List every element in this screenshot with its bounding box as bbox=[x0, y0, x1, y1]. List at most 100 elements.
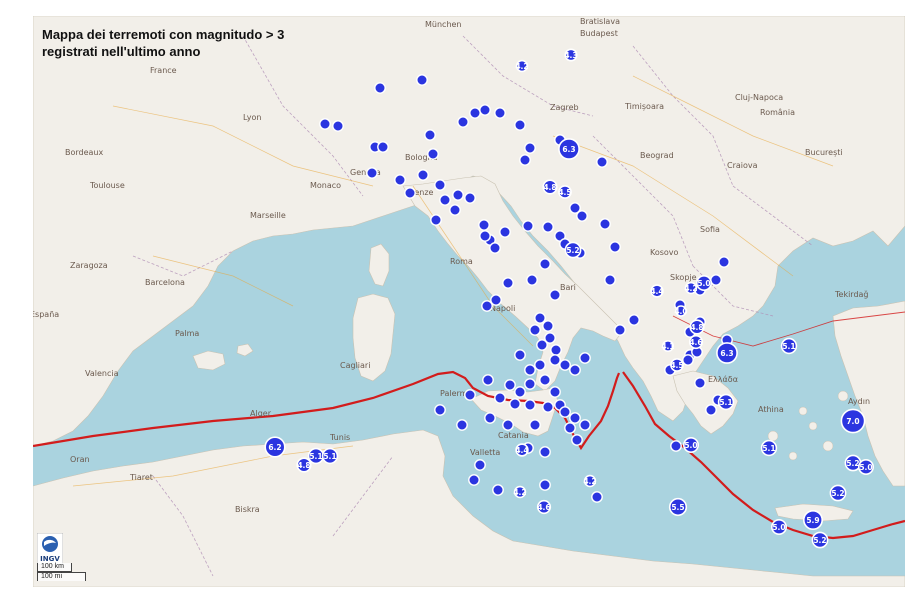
earthquake-marker[interactable] bbox=[599, 218, 611, 230]
earthquake-marker[interactable] bbox=[489, 242, 501, 254]
earthquake-marker[interactable] bbox=[319, 118, 331, 130]
earthquake-marker[interactable] bbox=[479, 104, 491, 116]
earthquake-marker[interactable] bbox=[502, 419, 514, 431]
earthquake-marker-labeled[interactable]: 4.5 bbox=[558, 185, 572, 199]
earthquake-marker[interactable] bbox=[524, 378, 536, 390]
earthquake-marker[interactable] bbox=[718, 256, 730, 268]
earthquake-marker[interactable] bbox=[449, 204, 461, 216]
earthquake-marker[interactable] bbox=[529, 324, 541, 336]
earthquake-marker[interactable] bbox=[549, 386, 561, 398]
earthquake-marker[interactable] bbox=[539, 479, 551, 491]
earthquake-marker-labeled[interactable]: 5.5 bbox=[668, 497, 688, 517]
map-canvas[interactable]: MünchenWienBratislavaBudapestFranceLyonB… bbox=[33, 16, 905, 587]
earthquake-marker[interactable] bbox=[492, 484, 504, 496]
earthquake-marker[interactable] bbox=[464, 389, 476, 401]
earthquake-marker[interactable] bbox=[529, 419, 541, 431]
earthquake-marker[interactable] bbox=[474, 459, 486, 471]
earthquake-marker-labeled[interactable]: 4.8 bbox=[542, 179, 558, 195]
earthquake-marker[interactable] bbox=[591, 491, 603, 503]
earthquake-marker[interactable] bbox=[549, 289, 561, 301]
earthquake-marker-labeled[interactable]: 7.0 bbox=[840, 408, 866, 434]
earthquake-marker[interactable] bbox=[332, 120, 344, 132]
earthquake-marker[interactable] bbox=[509, 398, 521, 410]
earthquake-marker[interactable] bbox=[430, 214, 442, 226]
earthquake-marker[interactable] bbox=[542, 221, 554, 233]
earthquake-marker-labeled[interactable]: 6.3 bbox=[716, 342, 738, 364]
earthquake-marker[interactable] bbox=[526, 274, 538, 286]
earthquake-marker[interactable] bbox=[469, 107, 481, 119]
earthquake-marker-labeled[interactable]: 5.1 bbox=[780, 337, 798, 355]
earthquake-marker-labeled[interactable]: 4.2 bbox=[515, 59, 529, 73]
earthquake-marker[interactable] bbox=[482, 374, 494, 386]
earthquake-marker[interactable] bbox=[628, 314, 640, 326]
earthquake-marker-labeled[interactable]: 5.2 bbox=[564, 241, 582, 259]
earthquake-marker[interactable] bbox=[670, 440, 682, 452]
earthquake-marker[interactable] bbox=[464, 192, 476, 204]
earthquake-marker-labeled[interactable]: 5.0 bbox=[695, 274, 712, 291]
earthquake-marker[interactable] bbox=[468, 474, 480, 486]
earthquake-marker[interactable] bbox=[457, 116, 469, 128]
earthquake-marker[interactable] bbox=[416, 74, 428, 86]
earthquake-marker-labeled[interactable]: 5.2 bbox=[811, 531, 829, 549]
earthquake-marker[interactable] bbox=[576, 210, 588, 222]
earthquake-marker[interactable] bbox=[550, 344, 562, 356]
earthquake-marker-labeled[interactable]: 6.2 bbox=[264, 436, 286, 458]
earthquake-marker[interactable] bbox=[504, 379, 516, 391]
earthquake-marker-labeled[interactable]: 4.2 bbox=[684, 281, 698, 295]
earthquake-marker[interactable] bbox=[394, 174, 406, 186]
earthquake-marker[interactable] bbox=[404, 187, 416, 199]
earthquake-marker[interactable] bbox=[499, 226, 511, 238]
earthquake-marker[interactable] bbox=[559, 406, 571, 418]
earthquake-marker[interactable] bbox=[569, 412, 581, 424]
earthquake-marker[interactable] bbox=[434, 179, 446, 191]
earthquake-marker[interactable] bbox=[569, 364, 581, 376]
earthquake-marker-labeled[interactable]: 5.0 bbox=[682, 436, 699, 453]
earthquake-marker[interactable] bbox=[542, 320, 554, 332]
earthquake-marker[interactable] bbox=[705, 404, 717, 416]
earthquake-marker-labeled[interactable]: 4.2 bbox=[583, 474, 597, 488]
earthquake-marker-labeled[interactable]: 4.4 bbox=[515, 443, 529, 457]
earthquake-marker[interactable] bbox=[524, 399, 536, 411]
earthquake-marker-labeled[interactable]: 4.6 bbox=[536, 499, 552, 515]
earthquake-marker[interactable] bbox=[682, 354, 694, 366]
earthquake-marker-labeled[interactable]: 4.3 bbox=[564, 48, 578, 62]
earthquake-marker[interactable] bbox=[514, 386, 526, 398]
earthquake-marker[interactable] bbox=[542, 401, 554, 413]
earthquake-marker[interactable] bbox=[522, 220, 534, 232]
earthquake-marker[interactable] bbox=[519, 154, 531, 166]
earthquake-marker[interactable] bbox=[536, 339, 548, 351]
earthquake-marker[interactable] bbox=[424, 129, 436, 141]
earthquake-marker[interactable] bbox=[374, 82, 386, 94]
earthquake-marker[interactable] bbox=[604, 274, 616, 286]
earthquake-marker[interactable] bbox=[539, 258, 551, 270]
earthquake-marker[interactable] bbox=[564, 422, 576, 434]
earthquake-marker[interactable] bbox=[481, 300, 493, 312]
earthquake-marker-labeled[interactable]: 5.1 bbox=[307, 447, 325, 465]
earthquake-map[interactable]: MünchenWienBratislavaBudapestFranceLyonB… bbox=[33, 16, 905, 587]
earthquake-marker[interactable] bbox=[609, 241, 621, 253]
earthquake-marker[interactable] bbox=[559, 359, 571, 371]
earthquake-marker[interactable] bbox=[452, 189, 464, 201]
earthquake-marker[interactable] bbox=[494, 392, 506, 404]
earthquake-marker[interactable] bbox=[456, 419, 468, 431]
earthquake-marker-labeled[interactable]: 5.0 bbox=[770, 518, 787, 535]
earthquake-marker[interactable] bbox=[614, 324, 626, 336]
earthquake-marker-labeled[interactable]: 4.2 bbox=[513, 485, 527, 499]
earthquake-marker[interactable] bbox=[534, 312, 546, 324]
earthquake-marker[interactable] bbox=[502, 277, 514, 289]
earthquake-marker-labeled[interactable]: 6.3 bbox=[558, 138, 580, 160]
earthquake-marker[interactable] bbox=[514, 119, 526, 131]
earthquake-marker-labeled[interactable]: 4.1 bbox=[661, 339, 675, 352]
earthquake-marker-labeled[interactable]: 4.0 bbox=[674, 305, 688, 317]
earthquake-marker[interactable] bbox=[539, 374, 551, 386]
earthquake-marker[interactable] bbox=[479, 230, 491, 242]
earthquake-marker[interactable] bbox=[549, 354, 561, 366]
earthquake-marker-labeled[interactable]: 5.0 bbox=[857, 458, 874, 475]
earthquake-marker[interactable] bbox=[579, 419, 591, 431]
earthquake-marker-labeled[interactable]: 5.1 bbox=[760, 439, 778, 457]
earthquake-marker[interactable] bbox=[579, 352, 591, 364]
earthquake-marker[interactable] bbox=[534, 359, 546, 371]
earthquake-marker[interactable] bbox=[366, 167, 378, 179]
earthquake-marker-labeled[interactable]: 4.8 bbox=[689, 319, 705, 335]
earthquake-marker[interactable] bbox=[484, 412, 496, 424]
